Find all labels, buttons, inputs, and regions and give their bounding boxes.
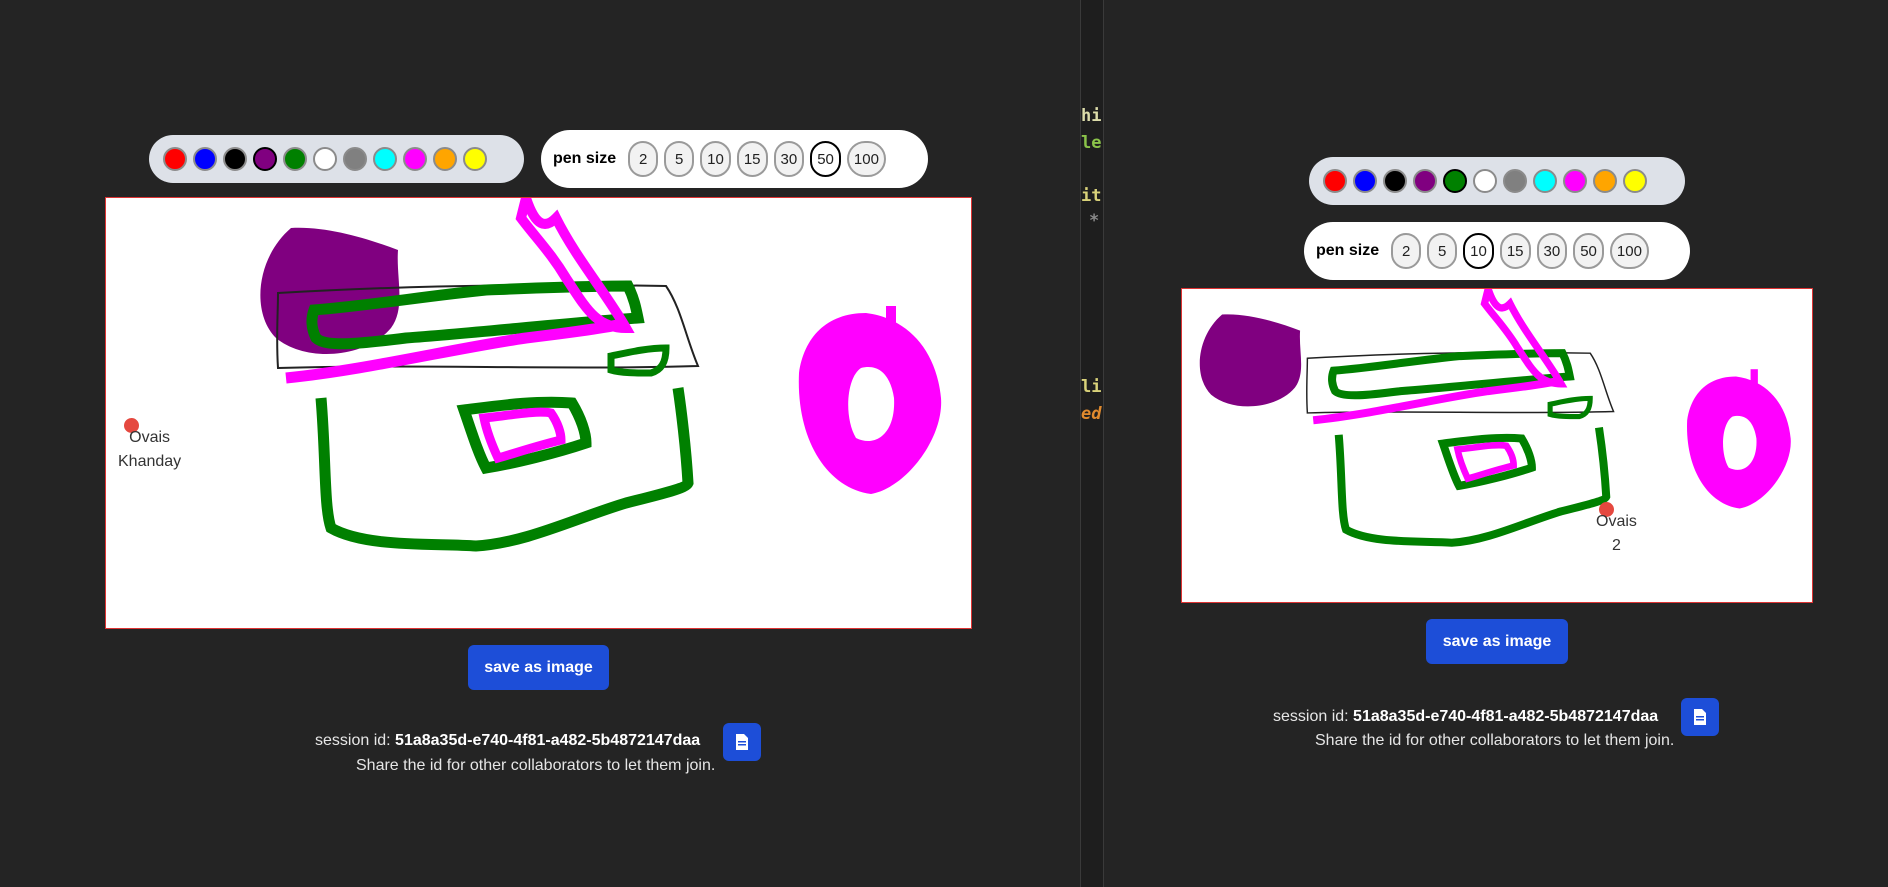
color-swatch-black[interactable]	[1383, 169, 1407, 193]
color-swatch-white[interactable]	[1473, 169, 1497, 193]
pen-size-label: pen size	[1316, 242, 1380, 259]
session-id-text: session id: 51a8a35d-e740-4f81-a482-5b48…	[315, 732, 700, 750]
code-fragment: it	[1081, 186, 1102, 206]
code-fragment: hi	[1081, 106, 1102, 126]
pen-size-5-button[interactable]: 5	[664, 141, 695, 177]
canvas-drawing	[260, 198, 942, 552]
color-swatch-orange[interactable]	[433, 147, 457, 171]
share-instructions: Share the id for other collaborators to …	[1315, 732, 1675, 749]
drawing-purple-blob	[1199, 314, 1302, 407]
color-swatch-green[interactable]	[1443, 169, 1467, 193]
pen-size-2-button[interactable]: 2	[628, 141, 659, 177]
pen-size-100-button[interactable]: 100	[846, 141, 886, 177]
pen-size-50-button[interactable]: 50	[810, 141, 841, 177]
color-swatch-red[interactable]	[1323, 169, 1347, 193]
right-browser-panel: pen size 2 5 10 15 30 50 100 Ovais 2 sav…	[1104, 0, 1888, 887]
color-swatch-magenta[interactable]	[403, 147, 427, 171]
drawing-magenta-arrow	[515, 198, 635, 334]
drawing-canvas[interactable]: Ovais 2	[1181, 288, 1813, 603]
color-swatch-orange[interactable]	[1593, 169, 1617, 193]
collaborator-name-line1: Ovais	[129, 429, 171, 446]
color-swatch-red[interactable]	[163, 147, 187, 171]
color-swatch-blue[interactable]	[1353, 169, 1377, 193]
pen-size-10-button[interactable]: 10	[700, 141, 731, 177]
pen-size-5-button[interactable]: 5	[1427, 233, 1458, 269]
color-swatch-purple[interactable]	[1413, 169, 1437, 193]
color-swatch-cyan[interactable]	[1533, 169, 1557, 193]
color-swatch-cyan[interactable]	[373, 147, 397, 171]
code-fragment: ed	[1081, 404, 1102, 424]
collaborator-cursor-label: Ovais Khanday	[118, 426, 181, 474]
session-id-text: session id: 51a8a35d-e740-4f81-a482-5b48…	[1273, 708, 1658, 726]
save-as-image-button[interactable]: save as image	[1426, 619, 1568, 664]
collaborator-name-line2: Khanday	[118, 453, 182, 470]
color-swatch-yellow[interactable]	[1623, 169, 1647, 193]
session-id-value[interactable]: 51a8a35d-e740-4f81-a482-5b4872147daa	[1353, 708, 1658, 725]
drawing-magenta-ring	[1687, 376, 1791, 509]
share-instructions: Share the id for other collaborators to …	[356, 757, 716, 774]
document-icon	[736, 734, 748, 750]
pen-size-label: pen size	[553, 150, 617, 167]
color-swatch-purple[interactable]	[253, 147, 277, 171]
pen-size-15-button[interactable]: 15	[1499, 233, 1531, 269]
color-palette	[149, 135, 524, 183]
color-swatch-gray[interactable]	[1503, 169, 1527, 193]
drawing-canvas[interactable]: Ovais Khanday	[105, 197, 972, 629]
collaborator-cursor-label: Ovais 2	[1596, 510, 1637, 558]
drawing-magenta-ring-tab	[886, 306, 896, 326]
pen-size-30-button[interactable]: 30	[773, 141, 805, 177]
collaborator-name-line2: 2	[1612, 537, 1621, 554]
pen-size-10-button[interactable]: 10	[1463, 233, 1494, 269]
pen-size-50-button[interactable]: 50	[1573, 233, 1604, 269]
drawing-magenta-ring-tab	[1750, 369, 1758, 384]
pen-size-2-button[interactable]: 2	[1391, 233, 1422, 269]
save-as-image-button[interactable]: save as image	[468, 645, 609, 690]
drawing-magenta-ring	[798, 313, 942, 494]
code-fragment: li	[1081, 377, 1102, 397]
color-swatch-black[interactable]	[223, 147, 247, 171]
color-swatch-white[interactable]	[313, 147, 337, 171]
color-swatch-magenta[interactable]	[1563, 169, 1587, 193]
code-fragment: *	[1089, 211, 1100, 231]
color-swatch-gray[interactable]	[343, 147, 367, 171]
copy-session-id-button[interactable]	[1681, 698, 1719, 736]
document-icon	[1694, 709, 1706, 725]
session-id-prefix: session id:	[1273, 708, 1349, 725]
color-swatch-blue[interactable]	[193, 147, 217, 171]
pen-size-selector: pen size 2 5 10 15 30 50 100	[1304, 222, 1690, 280]
session-id-value[interactable]: 51a8a35d-e740-4f81-a482-5b4872147daa	[395, 732, 700, 749]
color-palette	[1309, 157, 1685, 205]
pen-size-selector: pen size 2 5 10 15 30 50 100	[541, 130, 928, 188]
left-browser-panel: pen size 2 5 10 15 30 50 100 Ovais Khand…	[0, 0, 1080, 887]
drawing-magenta-arrow	[1480, 289, 1568, 388]
color-swatch-green[interactable]	[283, 147, 307, 171]
code-fragment: le	[1081, 133, 1102, 153]
pen-size-15-button[interactable]: 15	[736, 141, 768, 177]
copy-session-id-button[interactable]	[723, 723, 761, 761]
color-swatch-yellow[interactable]	[463, 147, 487, 171]
canvas-drawing	[1199, 289, 1791, 547]
editor-gutter: hi le it * li ed	[1080, 0, 1104, 887]
drawing-green-tab	[1547, 395, 1593, 420]
collaborator-name-line1: Ovais	[1596, 513, 1637, 530]
session-id-prefix: session id:	[315, 732, 391, 749]
pen-size-30-button[interactable]: 30	[1536, 233, 1568, 269]
drawing-green-tab	[607, 344, 670, 377]
pen-size-100-button[interactable]: 100	[1609, 233, 1649, 269]
